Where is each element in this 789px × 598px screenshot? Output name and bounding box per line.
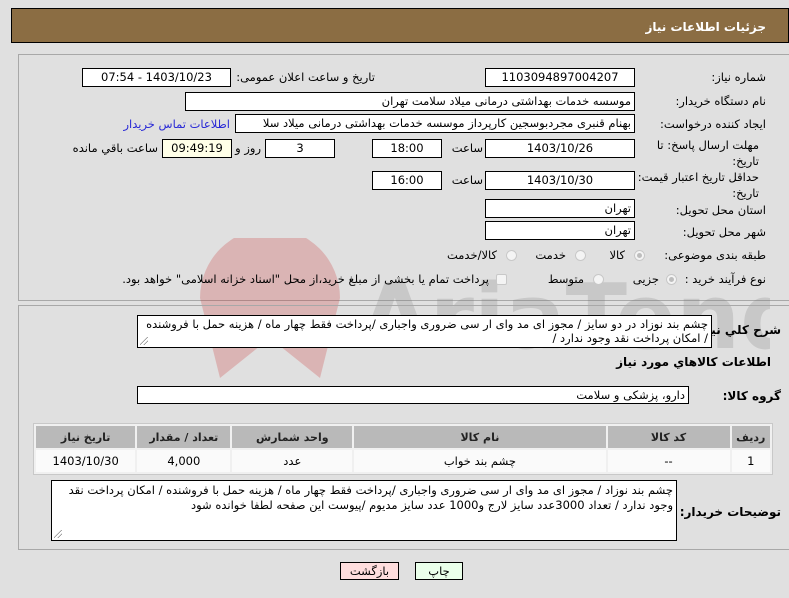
cell-qty: 4,000 [137, 450, 231, 472]
city-label: شهر محل تحویل: [682, 225, 766, 239]
process-radio-medium[interactable] [593, 274, 604, 285]
province-field: تهران [485, 199, 635, 218]
col-row: ردیف [731, 426, 770, 448]
remaining-time-label: ساعت باقي مانده [72, 141, 158, 155]
goods-group-field: دارو، پزشکی و سلامت [137, 386, 689, 404]
category-option-goods: کالا [609, 248, 625, 262]
reply-deadline-label-2: تاریخ: [732, 154, 759, 168]
reply-deadline-label-1: مهلت ارسال پاسخ: تا [656, 138, 759, 152]
need-number-field: 1103094897004207 [485, 68, 635, 87]
col-qty: تعداد / مقدار [137, 426, 231, 448]
table-row: 1 -- چشم بند خواب عدد 4,000 1403/10/30 [36, 450, 770, 472]
cell-code: -- [607, 450, 730, 472]
summary-textarea[interactable]: چشم بند نوزاد در دو سایز / مجوز ای مد وا… [137, 315, 712, 348]
need-number-label: شماره نیاز: [711, 70, 766, 84]
category-option-goods-service: کالا/خدمت [446, 248, 497, 262]
category-option-service: خدمت [535, 248, 566, 262]
treasury-checkbox[interactable] [496, 274, 507, 285]
col-name: نام کالا [354, 426, 606, 448]
reply-deadline-date-field: 1403/10/26 [485, 139, 635, 158]
process-option-minor: جزیی [632, 272, 659, 286]
process-type-label: نوع فرآیند خرید : [684, 272, 766, 286]
print-button[interactable]: چاپ [415, 562, 463, 580]
process-option-medium: متوسط [547, 272, 584, 286]
resize-grip-icon[interactable] [140, 337, 148, 345]
goods-group-label: گروه کالا: [722, 389, 781, 403]
category-radio-goods[interactable] [634, 250, 645, 261]
category-label: طبقه بندی موضوعی: [664, 248, 766, 262]
reply-deadline-time-field: 18:00 [372, 139, 442, 158]
goods-section-title: اطلاعات کالاهاي مورد نياز [616, 355, 771, 369]
buyer-org-field: موسسه خدمات بهداشتی درمانی میلاد سلامت ت… [185, 92, 635, 111]
announce-datetime-field: 1403/10/23 - 07:54 [82, 68, 231, 87]
reply-deadline-time-label: ساعت [451, 141, 483, 155]
goods-table-header: ردیف کد کالا نام کالا واحد شمارش تعداد /… [36, 426, 770, 448]
process-radio-minor[interactable] [666, 274, 677, 285]
summary-text: چشم بند نوزاد در دو سایز / مجوز ای مد وا… [146, 317, 708, 345]
price-validity-label-2: تاریخ: [732, 186, 759, 200]
cell-row: 1 [731, 450, 770, 472]
buyer-org-label: نام دستگاه خریدار: [675, 94, 766, 108]
price-validity-time-label: ساعت [451, 173, 483, 187]
cell-date: 1403/10/30 [36, 450, 136, 472]
col-unit: واحد شمارش [232, 426, 353, 448]
days-label: روز و [235, 141, 261, 155]
page-title: جزئیات اطلاعات نیاز [645, 20, 766, 34]
category-radio-service[interactable] [575, 250, 586, 261]
price-validity-date-field: 1403/10/30 [485, 171, 635, 190]
category-radio-goods-service[interactable] [506, 250, 517, 261]
requester-label: ایجاد کننده درخواست: [660, 117, 766, 131]
resize-grip-icon[interactable] [54, 530, 62, 538]
buyer-notes-label: توضیحات خریدار: [679, 505, 781, 519]
remaining-time-field: 09:49:19 [162, 139, 232, 158]
back-button[interactable]: بازگشت [340, 562, 399, 580]
remaining-days-field: 3 [265, 139, 335, 158]
province-label: استان محل تحویل: [675, 203, 766, 217]
treasury-note: پرداخت تمام یا بخشی از مبلغ خرید،از محل … [122, 272, 489, 286]
page-header: جزئیات اطلاعات نیاز [11, 8, 789, 43]
requester-field: بهنام قنبری مجردبوسجین کارپرداز موسسه خد… [235, 114, 635, 133]
col-code: کد کالا [607, 426, 730, 448]
col-date: تاریخ نیاز [36, 426, 136, 448]
cell-name: چشم بند خواب [354, 450, 606, 472]
announce-datetime-label: تاریخ و ساعت اعلان عمومی: [236, 70, 375, 84]
cell-unit: عدد [232, 450, 353, 472]
buyer-notes-text: چشم بند نوزاد / مجوز ای مد وای ار سی ضرو… [68, 483, 673, 512]
price-validity-label-1: حداقل تاریخ اعتبار قیمت: تا [627, 170, 759, 184]
city-field: تهران [485, 221, 635, 240]
goods-table: ردیف کد کالا نام کالا واحد شمارش تعداد /… [33, 423, 773, 475]
price-validity-time-field: 16:00 [372, 171, 442, 190]
buyer-contact-link[interactable]: اطلاعات تماس خریدار [123, 117, 230, 131]
buyer-notes-textarea[interactable]: چشم بند نوزاد / مجوز ای مد وای ار سی ضرو… [51, 480, 677, 541]
